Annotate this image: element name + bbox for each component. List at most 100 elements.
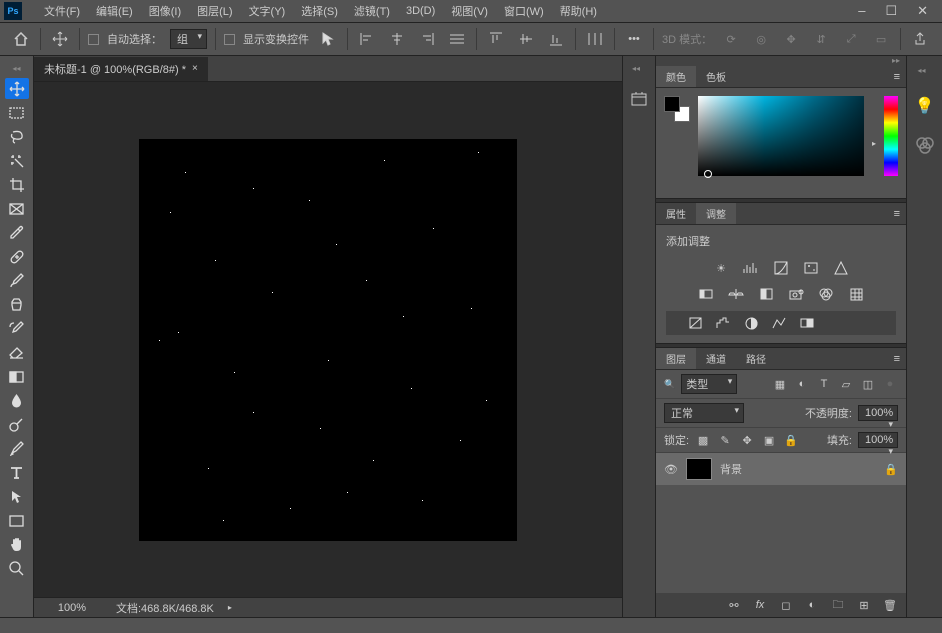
align-vcenter-icon[interactable] xyxy=(515,28,537,50)
delete-layer-icon[interactable]: 🗑 xyxy=(882,598,898,612)
maximize-icon[interactable]: ☐ xyxy=(885,3,897,19)
canvas[interactable] xyxy=(140,140,516,540)
layer-kind-filter[interactable]: 类型 xyxy=(681,374,737,394)
lock-position-icon[interactable]: ✥ xyxy=(739,433,755,447)
more-options-icon[interactable]: ••• xyxy=(623,28,645,50)
toolbar-collapse-icon[interactable]: ◂◂ xyxy=(12,64,20,73)
visibility-icon[interactable]: 👁 xyxy=(664,463,678,476)
fill-value[interactable]: 100% xyxy=(858,432,898,448)
tool-eraser[interactable] xyxy=(5,342,29,363)
fg-color-swatch[interactable] xyxy=(664,96,680,112)
lock-pixels-icon[interactable]: ✎ xyxy=(717,433,733,447)
layer-item[interactable]: 👁 背景 🔒 xyxy=(656,453,906,485)
tab-close-icon[interactable]: × xyxy=(192,63,198,74)
3d-roll-icon[interactable]: ◎ xyxy=(750,28,772,50)
menu-view[interactable]: 视图(V) xyxy=(443,3,496,19)
menu-3d[interactable]: 3D(D) xyxy=(398,5,443,17)
adj-hue-icon[interactable] xyxy=(697,285,715,303)
tool-history-brush[interactable] xyxy=(5,318,29,339)
auto-select-dropdown[interactable]: 组 xyxy=(170,29,207,49)
lock-artboard-icon[interactable]: ▣ xyxy=(761,433,777,447)
minimize-icon[interactable]: ‒ xyxy=(858,3,865,19)
tool-rectangle[interactable] xyxy=(5,510,29,531)
tool-dodge[interactable] xyxy=(5,414,29,435)
tab-adjustments[interactable]: 调整 xyxy=(696,203,736,224)
libraries-panel-icon[interactable] xyxy=(915,136,935,157)
panels-collapse-icon[interactable]: ▸▸ xyxy=(656,56,906,66)
tab-color[interactable]: 颜色 xyxy=(656,66,696,87)
adj-posterize-icon[interactable] xyxy=(714,314,732,332)
layer-name[interactable]: 背景 xyxy=(720,461,742,477)
tab-channels[interactable]: 通道 xyxy=(696,348,736,369)
tab-layers[interactable]: 图层 xyxy=(656,348,696,369)
tool-healing[interactable] xyxy=(5,246,29,267)
3d-scale-icon[interactable]: ⤢ xyxy=(840,28,862,50)
document-tab[interactable]: 未标题-1 @ 100%(RGB/8#) * × xyxy=(34,57,208,81)
close-icon[interactable]: ✕ xyxy=(917,3,928,19)
move-tool-icon[interactable] xyxy=(49,28,71,50)
filter-shape-icon[interactable]: ▱ xyxy=(838,377,854,391)
menu-filter[interactable]: 滤镜(T) xyxy=(346,3,398,19)
rdock-collapse-icon[interactable]: ◂◂ xyxy=(917,66,931,76)
color-picker[interactable] xyxy=(698,96,864,176)
doc-info[interactable]: 文档:468.8K/468.8K xyxy=(116,600,214,616)
tool-path-select[interactable] xyxy=(5,486,29,507)
filter-smart-icon[interactable]: ◫ xyxy=(860,377,876,391)
align-left-icon[interactable] xyxy=(356,28,378,50)
align-hcenter-icon[interactable] xyxy=(386,28,408,50)
tab-properties[interactable]: 属性 xyxy=(656,203,696,224)
align-menu-icon[interactable] xyxy=(446,28,468,50)
layer-lock-icon[interactable]: 🔒 xyxy=(884,463,898,476)
dock-collapse-icon[interactable]: ◂◂ xyxy=(632,64,646,74)
tab-paths[interactable]: 路径 xyxy=(736,348,776,369)
share-icon[interactable] xyxy=(909,28,931,50)
filter-pixel-icon[interactable]: ▦ xyxy=(772,377,788,391)
menu-layer[interactable]: 图层(L) xyxy=(189,3,240,19)
fg-bg-swatch[interactable] xyxy=(664,96,690,122)
tool-magic-wand[interactable] xyxy=(5,150,29,171)
align-top-icon[interactable] xyxy=(485,28,507,50)
3d-camera-icon[interactable]: ▭ xyxy=(870,28,892,50)
layer-thumbnail[interactable] xyxy=(686,458,712,480)
distribute-icon[interactable] xyxy=(584,28,606,50)
filter-type-icon[interactable]: T xyxy=(816,377,832,391)
tool-move[interactable] xyxy=(5,78,29,99)
layer-style-icon[interactable]: fx xyxy=(752,598,768,612)
adj-exposure-icon[interactable] xyxy=(802,259,820,277)
new-layer-icon[interactable]: ⊞ xyxy=(856,598,872,612)
3d-pan-icon[interactable]: ✥ xyxy=(780,28,802,50)
3d-orbit-icon[interactable]: ⟳ xyxy=(720,28,742,50)
canvas-viewport[interactable] xyxy=(34,82,622,597)
align-right-icon[interactable] xyxy=(416,28,438,50)
tool-hand[interactable] xyxy=(5,534,29,555)
adj-invert-icon[interactable] xyxy=(686,314,704,332)
home-icon[interactable] xyxy=(10,28,32,50)
adjust-panel-menu-icon[interactable]: ≡ xyxy=(888,208,906,220)
opacity-value[interactable]: 100% xyxy=(858,405,898,421)
menu-window[interactable]: 窗口(W) xyxy=(496,3,552,19)
menu-file[interactable]: 文件(F) xyxy=(36,3,88,19)
tool-blur[interactable] xyxy=(5,390,29,411)
filter-toggle-icon[interactable]: ● xyxy=(882,377,898,391)
tool-crop[interactable] xyxy=(5,174,29,195)
adj-vibrance-icon[interactable] xyxy=(832,259,850,277)
status-arrow-icon[interactable]: ▸ xyxy=(228,603,232,612)
menu-select[interactable]: 选择(S) xyxy=(293,3,346,19)
filter-adjust-icon[interactable]: ◐ xyxy=(794,377,810,391)
auto-select-checkbox[interactable] xyxy=(88,34,99,45)
menu-type[interactable]: 文字(Y) xyxy=(241,3,294,19)
lock-transparent-icon[interactable]: ▩ xyxy=(695,433,711,447)
tool-pen[interactable] xyxy=(5,438,29,459)
link-layers-icon[interactable]: ⚯ xyxy=(726,598,742,612)
adj-photofilter-icon[interactable] xyxy=(787,285,805,303)
menu-help[interactable]: 帮助(H) xyxy=(552,3,605,19)
tool-gradient[interactable] xyxy=(5,366,29,387)
lock-all-icon[interactable]: 🔒 xyxy=(783,433,799,447)
layer-mask-icon[interactable]: ◻ xyxy=(778,598,794,612)
show-transform-checkbox[interactable] xyxy=(224,34,235,45)
adj-channelmixer-icon[interactable] xyxy=(817,285,835,303)
adj-levels-icon[interactable] xyxy=(742,259,760,277)
adj-threshold-icon[interactable] xyxy=(742,314,760,332)
color-panel-menu-icon[interactable]: ≡ xyxy=(888,71,906,83)
adj-colorbalance-icon[interactable] xyxy=(727,285,745,303)
